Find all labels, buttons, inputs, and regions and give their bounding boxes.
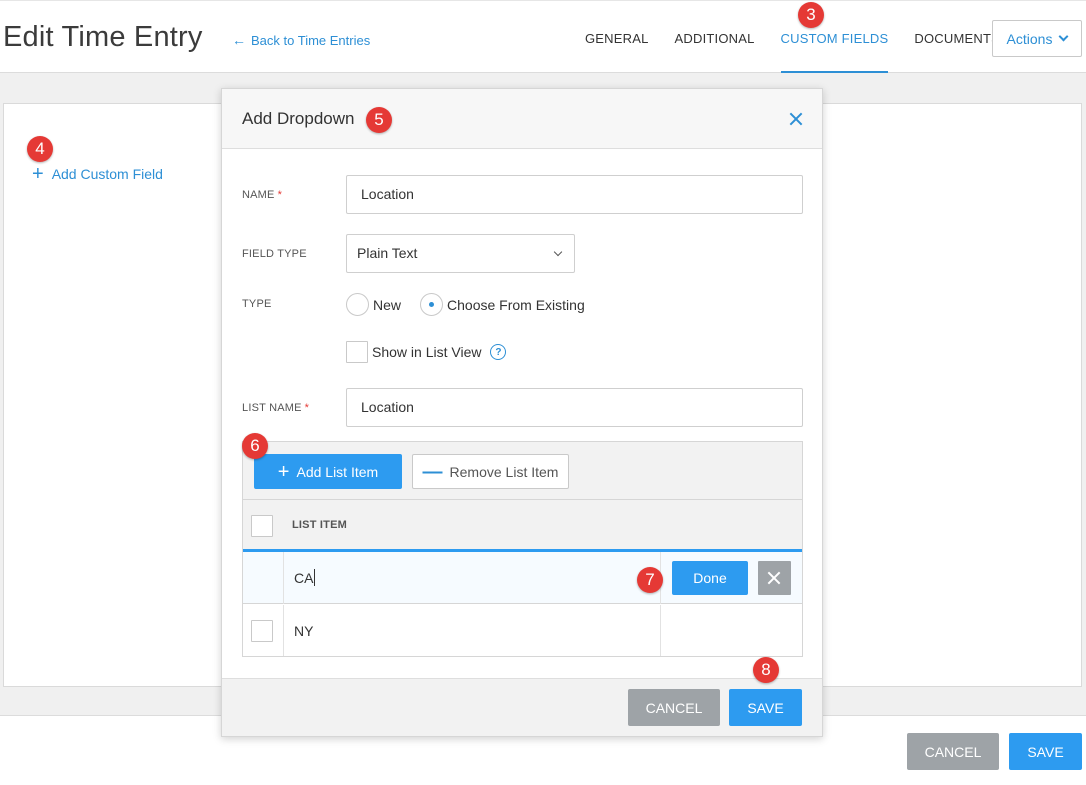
actions-dropdown-button[interactable]: Actions xyxy=(992,20,1082,57)
back-to-time-entries-link[interactable]: ← Back to Time Entries xyxy=(232,32,370,48)
chevron-down-icon xyxy=(1059,31,1069,42)
close-icon[interactable] xyxy=(788,111,804,127)
plus-icon: + xyxy=(32,163,44,185)
arrow-left-icon: ← xyxy=(232,32,246,48)
show-in-list-view-checkbox[interactable] xyxy=(346,341,368,363)
chevron-down-icon xyxy=(553,247,563,257)
tab-general[interactable]: GENERAL xyxy=(572,1,662,74)
row-checkbox[interactable] xyxy=(251,620,273,642)
show-in-list-view-row: Show in List View ? xyxy=(346,341,507,363)
type-new-label: New xyxy=(373,296,402,313)
step-badge-4: 4 xyxy=(27,136,53,162)
type-choose-existing-radio[interactable] xyxy=(420,293,444,316)
type-radio-group: New Choose From Existing xyxy=(346,293,604,316)
header-bar: Edit Time Entry ← Back to Time Entries G… xyxy=(0,0,1086,74)
list-item-edit-value: CA xyxy=(294,570,314,586)
select-all-checkbox[interactable] xyxy=(251,515,273,537)
list-item-value: NY xyxy=(294,623,314,639)
add-list-item-button[interactable]: + Add List Item xyxy=(254,454,402,489)
back-link-label: Back to Time Entries xyxy=(251,32,371,48)
field-type-label: FIELD TYPE xyxy=(242,248,307,260)
add-custom-field-label: Add Custom Field xyxy=(51,166,163,182)
dialog-cancel-button[interactable]: CANCEL xyxy=(628,689,720,726)
dialog-footer: CANCEL SAVE xyxy=(222,678,822,736)
minus-icon: — xyxy=(422,460,443,483)
step-badge-7: 7 xyxy=(637,567,663,593)
list-item-row: NY xyxy=(243,605,802,656)
add-list-item-label: Add List Item xyxy=(296,463,379,480)
list-item-edit-row: CA Done xyxy=(243,552,802,604)
list-name-label-text: LIST NAME xyxy=(242,402,302,414)
dialog-title: Add Dropdown xyxy=(242,109,355,128)
step-badge-3: 3 xyxy=(798,2,824,28)
remove-list-item-button[interactable]: — Remove List Item xyxy=(412,454,569,489)
page-title: Edit Time Entry xyxy=(3,21,203,53)
list-name-label: LIST NAME * xyxy=(242,402,309,414)
list-item-column-header: LIST ITEM xyxy=(292,519,347,531)
add-custom-field-link[interactable]: + Add Custom Field xyxy=(32,163,163,185)
tab-additional[interactable]: ADDITIONAL xyxy=(662,1,768,74)
step-badge-5: 5 xyxy=(366,107,392,133)
help-icon[interactable]: ? xyxy=(490,344,507,360)
list-header-row: LIST ITEM xyxy=(243,500,802,552)
name-label: NAME * xyxy=(242,189,282,201)
name-input[interactable]: Location xyxy=(346,175,803,214)
add-dropdown-dialog: Add Dropdown NAME * Location FIELD TYPE P… xyxy=(221,88,823,737)
actions-label: Actions xyxy=(1006,30,1053,47)
tab-bar: GENERAL ADDITIONAL CUSTOM FIELDS DOCUMEN… xyxy=(572,1,1013,74)
list-toolbar: + Add List Item — Remove List Item xyxy=(243,442,802,500)
type-label: TYPE xyxy=(242,298,272,310)
done-button[interactable]: Done xyxy=(672,561,748,595)
type-new-radio[interactable] xyxy=(346,293,369,316)
plus-icon: + xyxy=(277,460,290,483)
divider xyxy=(283,605,284,656)
divider xyxy=(283,552,284,604)
page: Edit Time Entry ← Back to Time Entries G… xyxy=(0,0,1086,785)
name-label-text: NAME xyxy=(242,189,275,201)
type-choose-existing-label: Choose From Existing xyxy=(447,296,585,313)
list-items-table: + Add List Item — Remove List Item LIST … xyxy=(242,441,803,657)
divider xyxy=(660,605,661,656)
dialog-header: Add Dropdown xyxy=(222,89,822,149)
required-marker: * xyxy=(277,189,283,201)
required-marker: * xyxy=(304,402,310,414)
field-type-select[interactable]: Plain Text xyxy=(346,234,575,273)
field-type-value: Plain Text xyxy=(357,245,418,261)
list-name-input[interactable]: Location xyxy=(346,388,803,427)
dialog-save-button[interactable]: SAVE xyxy=(729,689,802,726)
step-badge-6: 6 xyxy=(242,433,268,459)
cancel-edit-close-icon[interactable] xyxy=(758,561,791,595)
show-in-list-view-label: Show in List View xyxy=(372,344,482,360)
step-badge-8: 8 xyxy=(753,657,779,683)
page-save-button[interactable]: SAVE xyxy=(1009,733,1082,770)
page-cancel-button[interactable]: CANCEL xyxy=(907,733,999,770)
remove-list-item-label: Remove List Item xyxy=(449,463,559,480)
list-item-edit-input[interactable]: CA xyxy=(294,569,316,586)
tab-custom-fields[interactable]: CUSTOM FIELDS xyxy=(768,1,902,74)
text-caret xyxy=(314,569,316,586)
